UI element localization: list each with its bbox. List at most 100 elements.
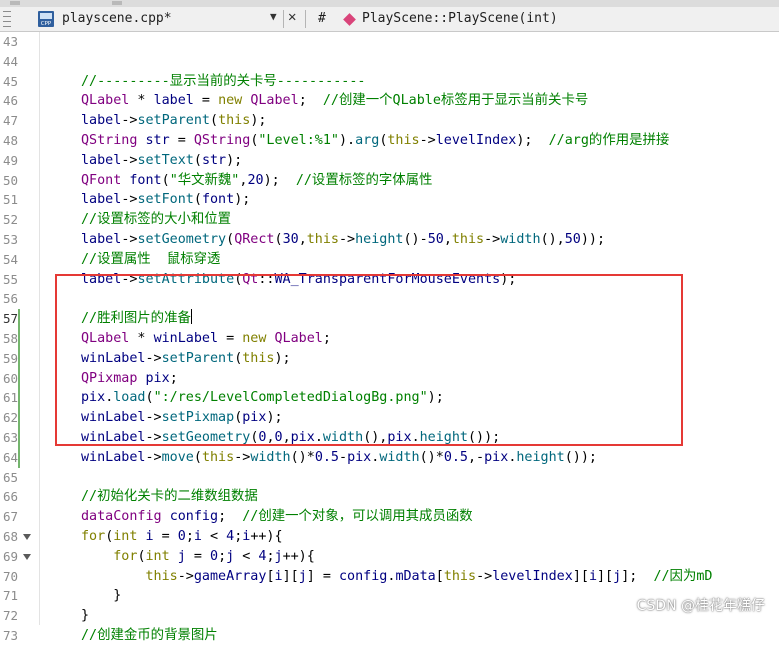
- code-text: //创建金币的背景图片: [81, 626, 218, 646]
- code-token: ());: [564, 449, 597, 465]
- code-token: ()*: [290, 449, 315, 465]
- divider: [283, 10, 284, 28]
- code-token: ->: [121, 152, 138, 168]
- code-token: j: [274, 548, 283, 564]
- code-line[interactable]: 48 QString str = QString("Level:%1").arg(…: [0, 131, 779, 151]
- code-token: 0.5: [314, 449, 339, 465]
- line-number: 54: [2, 251, 18, 267]
- line-number: 73: [2, 628, 18, 643]
- fold-arrow-icon[interactable]: [23, 553, 31, 560]
- code-line[interactable]: 49 label->setText(str);: [0, 151, 779, 171]
- code-token: gameArray: [193, 568, 267, 584]
- code-token: ->: [234, 449, 251, 465]
- svg-text:CPP: CPP: [41, 21, 52, 27]
- preprocessor-selector[interactable]: #: [318, 11, 326, 26]
- code-token: //设置标签的字体属性: [295, 172, 433, 188]
- code-token: =: [185, 548, 210, 564]
- code-line[interactable]: 69 for(int j = 0;j < 4;j++){: [0, 547, 779, 567]
- code-line[interactable]: 52 //设置标签的大小和位置: [0, 210, 779, 230]
- code-line[interactable]: 70 this->gameArray[i][j] = config.mData[…: [0, 567, 779, 587]
- code-text: QFont font("华文新魏",20); //设置标签的字体属性: [81, 171, 432, 191]
- code-line[interactable]: 47 label->setParent(this);: [0, 111, 779, 131]
- line-number: 72: [2, 608, 18, 624]
- code-token: *: [129, 93, 154, 109]
- code-line[interactable]: 67 dataConfig config; //创建一个对象，可以调用其成员函数: [0, 507, 779, 527]
- line-number: 49: [2, 152, 18, 168]
- fold-arrow-icon[interactable]: [23, 534, 31, 540]
- code-line[interactable]: 73 //创建金币的背景图片: [0, 626, 779, 646]
- code-line[interactable]: 46 QLabel * label = new QLabel; //创建一个QLa…: [0, 91, 779, 111]
- code-line[interactable]: 45 //---------显示当前的关卡号-----------: [0, 72, 779, 92]
- tab-handle-segment: [112, 1, 122, 5]
- code-token: (: [193, 152, 202, 168]
- code-token: (: [210, 113, 219, 129]
- code-token: //arg的作用是拼接: [548, 133, 670, 148]
- code-token: str: [145, 133, 170, 148]
- code-line[interactable]: 68 for(int i = 0;i < 4;i++){: [0, 527, 779, 547]
- code-line[interactable]: 44: [0, 52, 779, 72]
- code-token: ->: [121, 232, 138, 247]
- code-token: this: [145, 568, 178, 584]
- code-token: ;: [218, 509, 243, 525]
- code-token: this: [387, 133, 420, 148]
- code-token: height: [516, 449, 565, 465]
- code-line[interactable]: 43: [0, 32, 779, 52]
- code-line[interactable]: 53 label->setGeometry(QRect(30,this->heig…: [0, 230, 779, 250]
- code-token: //创建金币的背景图片: [81, 628, 218, 643]
- code-token: ];: [621, 568, 654, 584]
- code-token: move: [161, 449, 194, 465]
- code-token: ,: [443, 232, 452, 247]
- code-token: ][: [282, 568, 299, 584]
- code-text: for(int j = 0;j < 4;j++){: [81, 547, 315, 567]
- change-marker: [18, 309, 20, 330]
- code-token: pix: [484, 449, 509, 465]
- code-token: j: [177, 548, 186, 564]
- code-line[interactable]: 51 label->setFont(font);: [0, 190, 779, 210]
- code-token: QString: [81, 133, 138, 148]
- code-line[interactable]: 54 //设置属性 鼠标穿透: [0, 250, 779, 270]
- code-token: int: [113, 529, 138, 544]
- code-text: //设置属性 鼠标穿透: [81, 250, 220, 270]
- code-text: label->setParent(this);: [81, 111, 266, 131]
- code-token: //创建一个对象，可以调用其成员函数: [242, 509, 473, 525]
- code-token: =: [153, 529, 178, 544]
- code-line[interactable]: 66 //初始化关卡的二维数组数据: [0, 487, 779, 507]
- code-token: label: [153, 93, 194, 109]
- code-token: QLabel: [250, 93, 299, 109]
- code-token: 50: [564, 232, 581, 247]
- code-line[interactable]: 50 QFont font("华文新魏",20); //设置标签的字体属性: [0, 171, 779, 191]
- code-token: j: [226, 548, 235, 564]
- line-number: 71: [2, 588, 18, 604]
- code-token: label: [81, 152, 122, 168]
- code-token: );: [234, 192, 251, 208]
- line-number: 70: [2, 568, 18, 584]
- change-marker: [18, 368, 20, 389]
- code-token: =: [193, 93, 219, 109]
- code-token: QString: [193, 133, 251, 148]
- code-token: width: [500, 232, 541, 247]
- code-token: width: [250, 449, 291, 465]
- chevron-down-icon[interactable]: ▼: [270, 10, 277, 23]
- line-number: 57: [2, 311, 18, 327]
- code-token: dataConfig: [81, 509, 162, 525]
- code-line[interactable]: 65: [0, 468, 779, 488]
- code-text: winLabel->move(this->width()*0.5-pix.wid…: [81, 448, 597, 468]
- code-token: str: [201, 152, 227, 168]
- symbol-selector[interactable]: PlayScene::PlayScene(int): [362, 11, 558, 26]
- code-token: font: [201, 192, 235, 208]
- code-token: QLabel: [81, 93, 130, 109]
- line-number: 69: [2, 548, 18, 564]
- file-selector[interactable]: playscene.cpp*: [62, 11, 172, 26]
- code-token: ][: [597, 568, 614, 584]
- drag-handle-icon[interactable]: [3, 11, 11, 27]
- close-icon[interactable]: ✕: [288, 9, 296, 25]
- code-token: ).: [339, 133, 356, 148]
- line-number: 68: [2, 529, 18, 544]
- code-line[interactable]: 64 winLabel->move(this->width()*0.5-pix.w…: [0, 447, 779, 468]
- code-token: ->: [177, 568, 194, 584]
- code-token: <: [201, 529, 227, 544]
- code-token: 4: [226, 529, 235, 544]
- code-token: "Level:%1": [258, 133, 339, 148]
- line-number: 44: [2, 53, 18, 69]
